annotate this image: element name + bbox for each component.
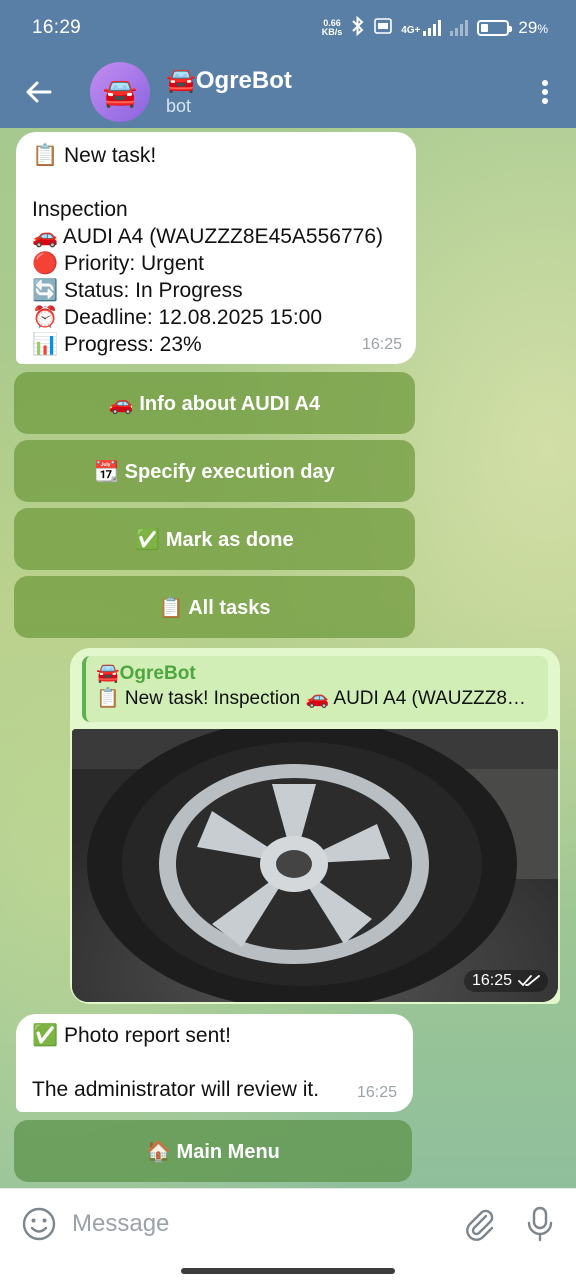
status-time: 16:29 xyxy=(32,17,82,38)
photo-time: 16:25 xyxy=(463,970,548,992)
signal-bars-icon xyxy=(423,20,442,36)
back-button[interactable] xyxy=(0,56,78,128)
attach-button[interactable] xyxy=(460,1204,500,1244)
volte-icon xyxy=(374,17,393,39)
task-line: 🚗 AUDI A4 (WAUZZZ8E45A556776) xyxy=(32,225,384,248)
task-line-blank xyxy=(32,169,402,196)
task-line: ⏰ Deadline: 12.08.2025 15:00 xyxy=(32,306,323,329)
emoji-button[interactable] xyxy=(20,1205,58,1243)
task-message: 📋 New task! Inspection 🚗 AUDI A4 (WAUZZZ… xyxy=(16,132,416,364)
mic-button[interactable] xyxy=(520,1204,560,1244)
info-audi-button[interactable]: 🚗 Info about AUDI A4 xyxy=(14,372,415,434)
status-icons: 0.66 KB/s 4G+ 29% xyxy=(321,15,548,40)
specify-day-button[interactable]: 📆 Specify execution day xyxy=(14,440,415,502)
signal-bars-empty-icon xyxy=(450,20,469,36)
status-bar: 16:29 0.66 KB/s 4G+ 29% xyxy=(0,0,576,56)
chat-header: 🚘 🚘OgreBot bot xyxy=(0,56,576,128)
message-time: 16:25 xyxy=(361,336,402,353)
battery-icon xyxy=(477,20,513,36)
reply-author: 🚘OgreBot xyxy=(96,663,196,684)
battery-text: 29% xyxy=(518,18,548,37)
report-message: ✅ Photo report sent! The administrator w… xyxy=(16,1014,413,1112)
arrow-left-icon xyxy=(26,81,52,103)
main-menu-button[interactable]: 🏠 Main Menu xyxy=(14,1120,412,1182)
net-speed: 0.66 KB/s xyxy=(321,18,343,37)
double-check-icon xyxy=(518,975,540,987)
report-line1: ✅ Photo report sent! xyxy=(32,1024,231,1047)
message-time: 16:25 xyxy=(356,1084,397,1101)
report-line2: The administrator will review it. xyxy=(32,1078,320,1101)
message-input-bar xyxy=(0,1188,576,1258)
wheel-photo[interactable]: 16:25 xyxy=(72,729,558,1002)
chat-title: 🚘OgreBot xyxy=(166,67,292,94)
system-nav-bar xyxy=(0,1258,576,1280)
task-line: Inspection xyxy=(32,198,128,221)
avatar[interactable]: 🚘 xyxy=(90,62,150,122)
chat-subtitle: bot xyxy=(166,96,192,116)
wheel-image xyxy=(72,729,558,1002)
all-tasks-button[interactable]: 📋 All tasks xyxy=(14,576,415,638)
smiley-icon xyxy=(22,1207,56,1240)
home-indicator[interactable] xyxy=(181,1268,395,1274)
paperclip-icon xyxy=(466,1209,494,1241)
reply-quote[interactable]: 🚘OgreBot 📋 New task! Inspection 🚗 AUDI A… xyxy=(82,656,548,722)
outgoing-photo-message: 🚘OgreBot 📋 New task! Inspection 🚗 AUDI A… xyxy=(70,648,560,1004)
task-line: 📋 New task! xyxy=(32,144,157,167)
bluetooth-icon xyxy=(351,15,365,40)
chat-title-block[interactable]: 🚘OgreBot bot xyxy=(166,67,514,117)
message-input[interactable] xyxy=(72,1209,440,1238)
task-line: 📊 Progress: 23% xyxy=(32,333,202,356)
chat-area[interactable]: 📋 New task! Inspection 🚗 AUDI A4 (WAUZZZ… xyxy=(0,128,576,1188)
more-menu-button[interactable] xyxy=(514,56,576,128)
task-line: 🔄 Status: In Progress xyxy=(32,279,243,302)
microphone-icon xyxy=(527,1206,553,1241)
reply-text: 📋 New task! Inspection 🚗 AUDI A4 (WAUZZZ… xyxy=(96,688,536,709)
more-vertical-icon xyxy=(542,80,548,104)
signal-4g: 4G+ xyxy=(401,20,442,36)
task-line: 🔴 Priority: Urgent xyxy=(32,252,205,275)
mark-done-button[interactable]: ✅ Mark as done xyxy=(14,508,415,570)
top-bar: 16:29 0.66 KB/s 4G+ 29% 🚘 🚘OgreBot bot xyxy=(0,0,576,128)
